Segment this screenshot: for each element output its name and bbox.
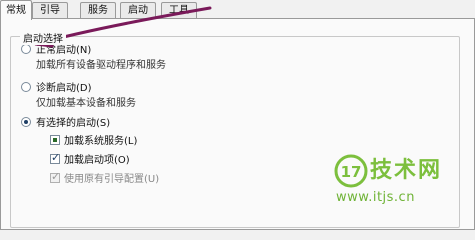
watermark-logo-text: 17 (341, 163, 362, 181)
watermark: 17 技术网 www.itjs.cn (334, 150, 464, 210)
watermark-logo-icon: 17 (334, 154, 368, 188)
watermark-url: www.itjs.cn (336, 190, 415, 205)
tab-general[interactable]: 常规 (0, 0, 32, 20)
startup-selection-title: 启动选择 (20, 30, 66, 45)
watermark-brand: 技术网 (370, 158, 443, 183)
